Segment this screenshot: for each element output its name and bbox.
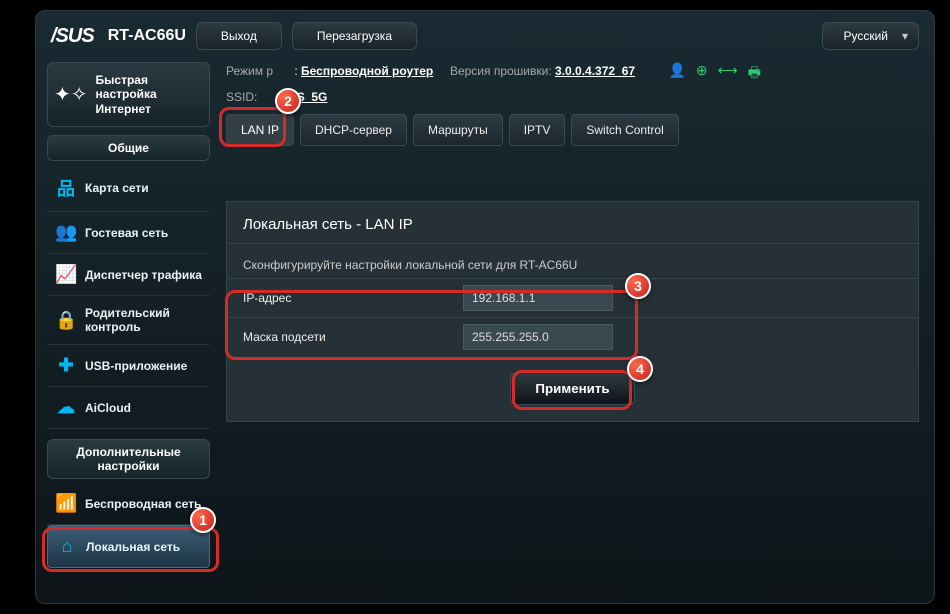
logout-button[interactable]: Выход (196, 22, 282, 50)
network-map-icon: 品 (55, 175, 77, 201)
brand-logo: /SUS (51, 25, 94, 48)
tab-iptv[interactable]: IPTV (509, 114, 566, 146)
language-select[interactable]: Русский (822, 22, 919, 50)
apply-button[interactable]: Применить (510, 372, 634, 405)
lock-icon: 🔒 (55, 310, 77, 331)
wand-icon: ✦✧ (54, 82, 88, 107)
sidebar-item-label: Родительский контроль (85, 306, 202, 334)
sidebar-item-parental-control[interactable]: 🔒 Родительский контроль (47, 296, 210, 345)
panel-title: Локальная сеть - LAN IP (227, 202, 918, 244)
sidebar-item-label: Карта сети (85, 181, 149, 195)
user-icon[interactable]: 👤 (668, 62, 685, 86)
sidebar-item-guest-network[interactable]: 👥 Гостевая сеть (47, 212, 210, 254)
sidebar-section-general: Общие (47, 135, 210, 161)
app-window: /SUS RT-AC66U Выход Перезагрузка Русский… (35, 10, 935, 604)
tab-routes[interactable]: Маршруты (413, 114, 503, 146)
row-mask: Маска подсети (227, 317, 918, 356)
sidebar-item-label: Локальная сеть (86, 540, 180, 554)
tab-switch-control[interactable]: Switch Control (571, 114, 678, 146)
model-label: RT-AC66U (108, 27, 186, 45)
row-ip: IP-адрес (227, 278, 918, 317)
guest-network-icon: 👥 (55, 222, 77, 243)
usb-icon: ✚ (55, 355, 77, 376)
mode-label: Режим р (226, 64, 273, 78)
sidebar-item-network-map[interactable]: 品 Карта сети (47, 165, 210, 212)
sidebar-item-traffic-manager[interactable]: 📈 Диспетчер трафика (47, 254, 210, 296)
fw-value[interactable]: 3.0.0.4.372_67 (555, 64, 635, 78)
sidebar: ✦✧ Быстрая настройка Интернет Общие 品 Ка… (41, 56, 216, 598)
sidebar-item-label: Диспетчер трафика (85, 268, 202, 282)
quick-setup-label: Быстрая настройка Интернет (96, 73, 203, 116)
top-bar: /SUS RT-AC66U Выход Перезагрузка Русский (41, 16, 929, 56)
sidebar-section-advanced: Дополнительные настройки (47, 439, 210, 479)
main-content: Режим р xxx: Беспроводной роутер Версия … (216, 56, 929, 598)
tab-lan-ip[interactable]: LAN IP (226, 114, 294, 146)
ip-label: IP-адрес (243, 291, 463, 305)
sidebar-item-label: Беспроводная сеть (85, 497, 201, 511)
tab-bar: LAN IP DHCP-сервер Маршруты IPTV Switch … (226, 114, 919, 146)
wifi-icon: 📶 (55, 493, 77, 514)
usb-status-icon[interactable]: ⟷ (718, 62, 738, 86)
sidebar-item-aicloud[interactable]: ☁ AiCloud (47, 387, 210, 429)
printer-icon[interactable]: 🖶 (748, 62, 761, 86)
cloud-icon: ☁ (55, 397, 77, 418)
mask-input[interactable] (463, 324, 613, 350)
globe-icon[interactable]: ⊕ (696, 62, 708, 86)
settings-panel: Локальная сеть - LAN IP Сконфигурируйте … (226, 201, 919, 422)
reboot-button[interactable]: Перезагрузка (292, 22, 417, 50)
sidebar-item-usb-app[interactable]: ✚ USB-приложение (47, 345, 210, 387)
status-icons: 👤 ⊕ ⟷ 🖶 (668, 62, 760, 86)
tab-dhcp[interactable]: DHCP-сервер (300, 114, 407, 146)
fw-label: Версия прошивки: (450, 64, 552, 78)
info-line-2: SSID: xxxx US_5G (226, 88, 919, 106)
sidebar-item-label: Гостевая сеть (85, 226, 168, 240)
ip-input[interactable] (463, 285, 613, 311)
sidebar-item-wireless[interactable]: 📶 Беспроводная сеть (47, 483, 210, 525)
quick-setup-button[interactable]: ✦✧ Быстрая настройка Интернет (47, 62, 210, 127)
mode-value[interactable]: Беспроводной роутер (301, 64, 433, 78)
traffic-icon: 📈 (55, 264, 77, 285)
ssid-value: US_5G (288, 90, 327, 104)
sidebar-item-label: USB-приложение (85, 359, 187, 373)
apply-row: Применить (227, 356, 918, 421)
ssid-label: SSID: (226, 90, 257, 104)
info-line-1: Режим р xxx: Беспроводной роутер Версия … (226, 60, 919, 88)
panel-description: Сконфигурируйте настройки локальной сети… (227, 244, 918, 278)
sidebar-item-lan[interactable]: ⌂ Локальная сеть (47, 525, 210, 568)
home-icon: ⌂ (56, 536, 78, 557)
sidebar-item-label: AiCloud (85, 401, 131, 415)
mask-label: Маска подсети (243, 330, 463, 344)
